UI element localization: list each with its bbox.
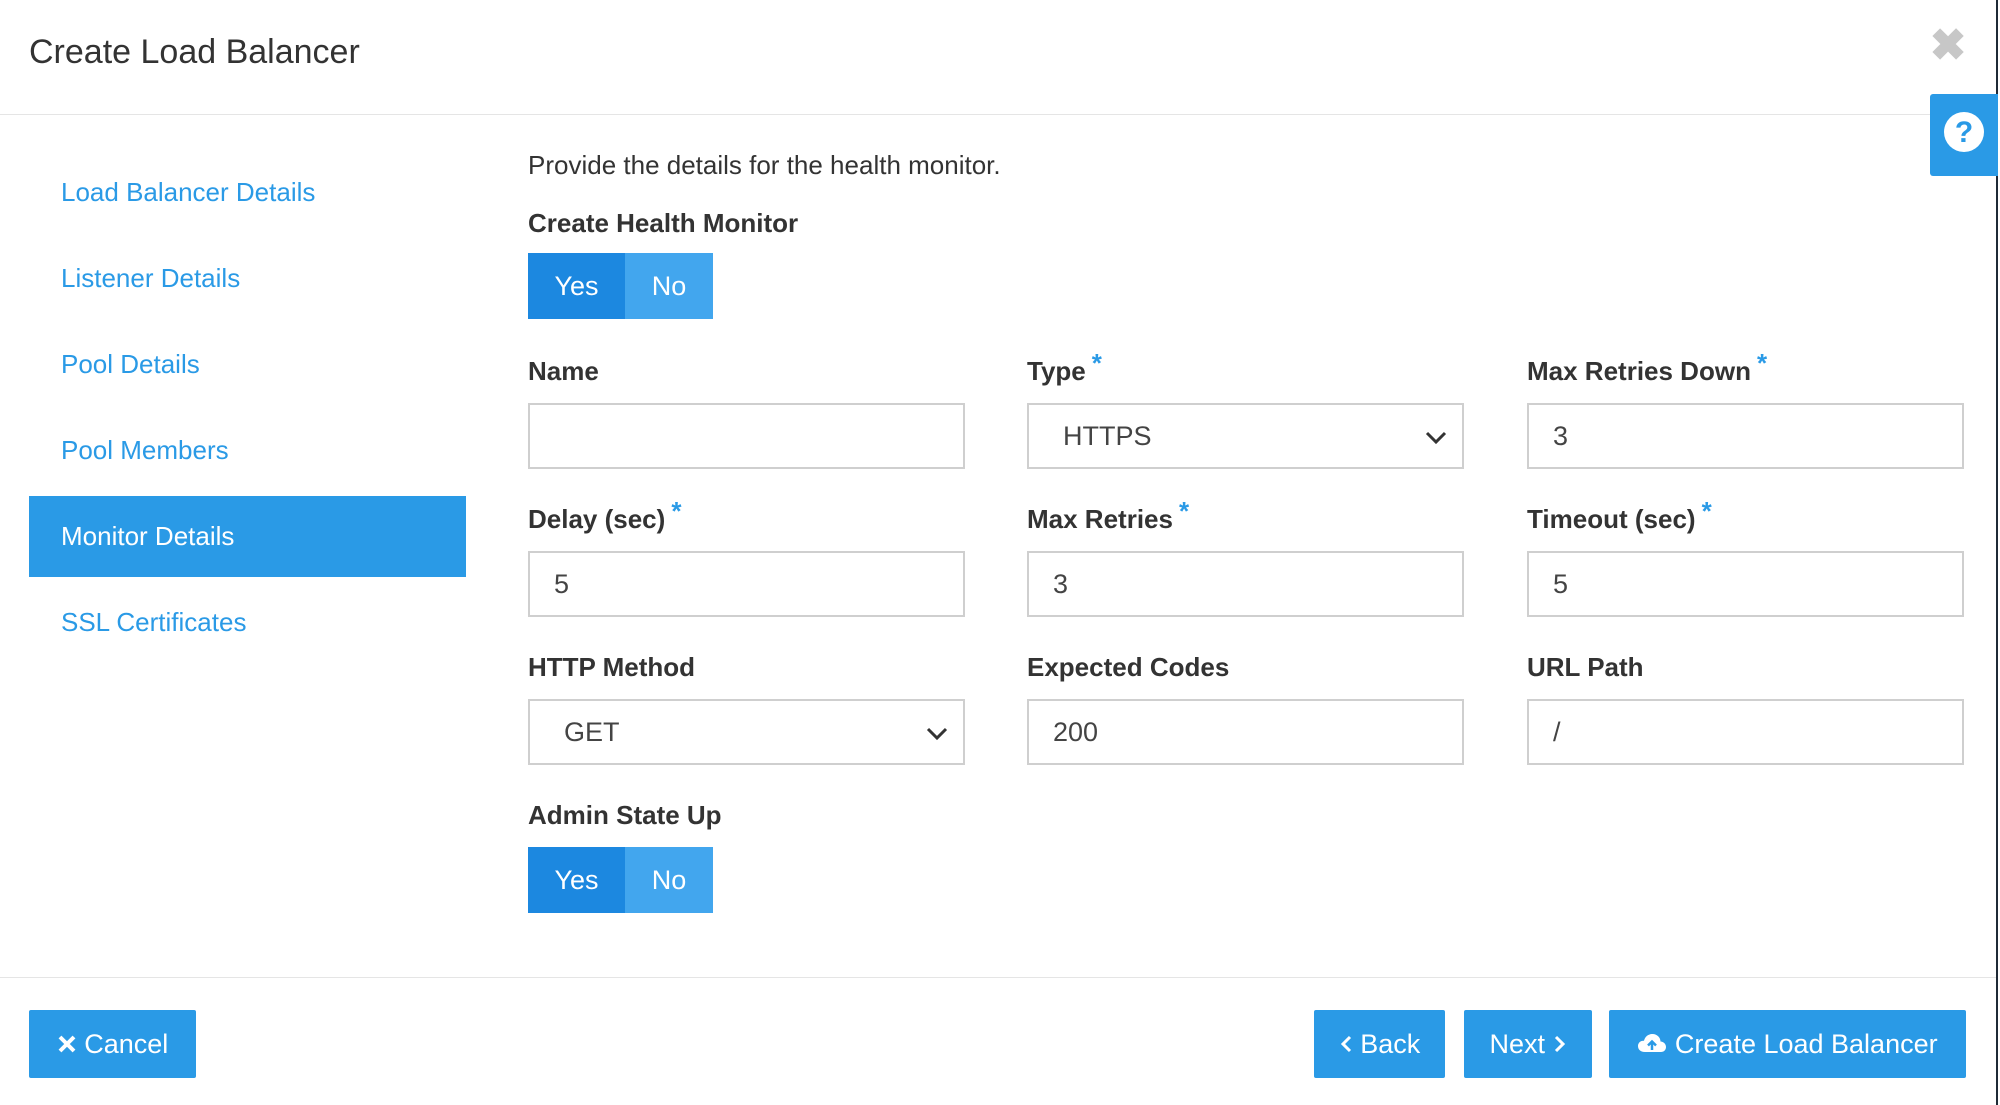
next-button-label: Next	[1489, 1029, 1545, 1059]
name-label: Name	[528, 356, 599, 387]
nav-item-pool-members[interactable]: Pool Members	[29, 410, 466, 491]
timeout-input[interactable]: 5	[1527, 551, 1964, 617]
nav-item-load-balancer-details[interactable]: Load Balancer Details	[29, 152, 466, 233]
delay-label: Delay (sec) *	[528, 496, 681, 535]
type-label-text: Type	[1027, 356, 1086, 386]
create-load-balancer-button[interactable]: Create Load Balancer	[1609, 1010, 1966, 1078]
url-path-label: URL Path	[1527, 652, 1644, 682]
nav-item-listener-details[interactable]: Listener Details	[29, 238, 466, 319]
name-input[interactable]	[528, 403, 965, 469]
cancel-button[interactable]: Cancel	[29, 1010, 196, 1078]
required-marker: *	[1756, 348, 1768, 378]
admin-state-up-no[interactable]: No	[625, 847, 713, 913]
back-button-label: Back	[1360, 1029, 1421, 1059]
chevron-left-icon	[1340, 1035, 1351, 1052]
form-intro-text: Provide the details for the health monit…	[528, 150, 1001, 180]
wizard-steps-nav: Load Balancer Details Listener Details P…	[29, 152, 466, 668]
expected-codes-label: Expected Codes	[1027, 652, 1230, 682]
http-method-select-value: GET	[564, 717, 620, 747]
nav-item-pool-details[interactable]: Pool Details	[29, 324, 466, 405]
max-retries-label-text: Max Retries	[1027, 504, 1173, 534]
create-health-monitor-yes[interactable]: Yes	[528, 253, 625, 319]
modal-footer: Cancel Back Next Create Load Balancer	[0, 977, 1996, 1105]
delay-label-text: Delay (sec)	[528, 504, 666, 534]
chevron-down-icon	[1425, 431, 1447, 445]
create-load-balancer-modal: Create Load Balancer ✖ ? Load Balancer D…	[0, 0, 1998, 1105]
type-select-value: HTTPS	[1063, 421, 1152, 451]
max-retries-down-label-text: Max Retries Down	[1527, 356, 1751, 386]
required-marker: *	[1091, 348, 1102, 378]
type-label: Type *	[1027, 348, 1102, 387]
timeout-label-text: Timeout (sec)	[1527, 504, 1696, 534]
cancel-button-label: Cancel	[84, 1029, 169, 1059]
create-health-monitor-no[interactable]: No	[625, 253, 713, 319]
required-marker: *	[1178, 496, 1190, 526]
create-health-monitor-label: Create Health Monitor	[528, 208, 799, 238]
create-load-balancer-button-label: Create Load Balancer	[1674, 1029, 1938, 1059]
next-button[interactable]: Next	[1464, 1010, 1592, 1078]
max-retries-label: Max Retries *	[1027, 496, 1189, 535]
type-select[interactable]: HTTPS	[1027, 403, 1464, 469]
timeout-label: Timeout (sec) *	[1527, 496, 1712, 535]
http-method-select[interactable]: GET	[528, 699, 965, 765]
question-circle-icon: ?	[1944, 112, 1984, 152]
admin-state-up-label: Admin State Up	[528, 800, 722, 830]
max-retries-down-label: Max Retries Down *	[1527, 348, 1767, 387]
max-retries-input[interactable]: 3	[1027, 551, 1464, 617]
create-health-monitor-toggle: Yes No	[528, 253, 713, 319]
modal-header: Create Load Balancer ✖	[0, 0, 1996, 115]
cloud-upload-icon	[1638, 1033, 1667, 1052]
chevron-right-icon	[1554, 1035, 1565, 1052]
times-icon	[58, 1035, 76, 1053]
name-label-text: Name	[528, 356, 599, 386]
admin-state-up-toggle: Yes No	[528, 847, 713, 913]
nav-item-ssl-certificates[interactable]: SSL Certificates	[29, 582, 466, 663]
max-retries-down-input[interactable]: 3	[1527, 403, 1964, 469]
delay-input[interactable]: 5	[528, 551, 965, 617]
close-icon[interactable]: ✖	[1928, 22, 1968, 70]
chevron-down-icon	[926, 727, 948, 741]
admin-state-up-yes[interactable]: Yes	[528, 847, 625, 913]
expected-codes-input[interactable]: 200	[1027, 699, 1464, 765]
url-path-input[interactable]: /	[1527, 699, 1964, 765]
modal-title: Create Load Balancer	[29, 33, 360, 71]
nav-item-monitor-details[interactable]: Monitor Details	[29, 496, 466, 577]
back-button[interactable]: Back	[1314, 1010, 1445, 1078]
help-glyph: ?	[1955, 116, 1973, 149]
http-method-label: HTTP Method	[528, 652, 696, 682]
help-button[interactable]: ?	[1930, 94, 1998, 176]
required-marker: *	[1701, 496, 1712, 526]
required-marker: *	[671, 496, 682, 526]
